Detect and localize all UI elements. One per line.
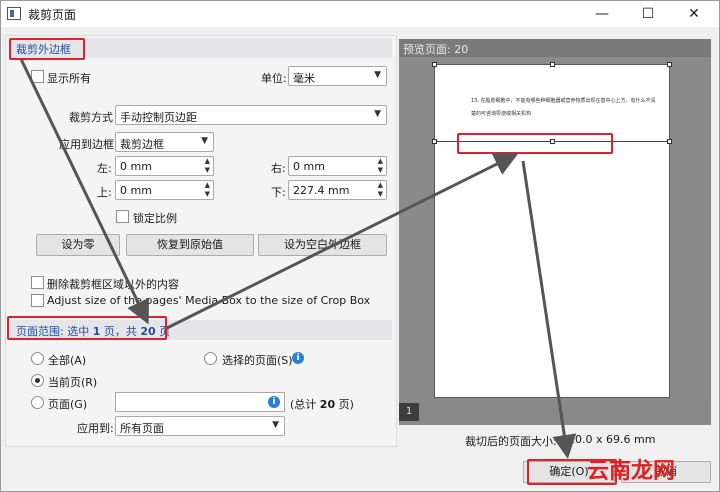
annotation-arrows <box>19 58 577 459</box>
arrow-line <box>166 153 519 330</box>
crop-pages-dialog: 裁剪页面 — ☐ ✕ 裁剪外边框 显示所有 单位: 毫米 ▼ 裁剪方式 手动控制… <box>0 0 720 492</box>
arrow-line <box>19 58 150 325</box>
arrow-line <box>521 160 577 459</box>
